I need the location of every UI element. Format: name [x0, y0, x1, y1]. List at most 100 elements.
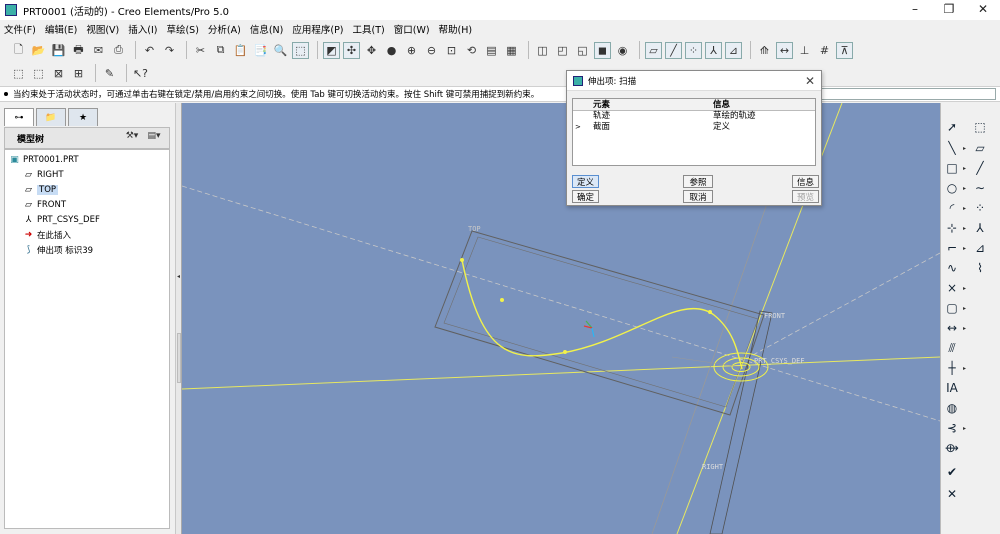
- info-button[interactable]: 信息: [792, 175, 819, 188]
- hidden-line-icon[interactable]: ◰: [554, 42, 571, 59]
- select-box-icon[interactable]: ⊠: [50, 65, 67, 82]
- circle-tool-icon[interactable]: ○: [944, 180, 960, 196]
- menu-edit[interactable]: 编辑(E): [45, 22, 77, 36]
- menu-file[interactable]: 文件(F): [4, 22, 36, 36]
- refs-button[interactable]: 参照: [683, 175, 713, 188]
- sketch-setup-icon[interactable]: ✎: [101, 65, 118, 82]
- tree-item-protrusion[interactable]: ⟆ 伸出项 标识39: [5, 242, 169, 257]
- datum-axes-icon[interactable]: ╱: [665, 41, 682, 59]
- menu-applications[interactable]: 应用程序(P): [292, 22, 343, 36]
- modify-tool-icon[interactable]: ⫻: [944, 340, 960, 356]
- dialog-close-icon[interactable]: ✕: [805, 74, 815, 88]
- paste-icon[interactable]: 📋: [232, 42, 249, 59]
- csys-tool-icon[interactable]: ⅄: [972, 220, 988, 236]
- email-icon[interactable]: ✉: [90, 42, 107, 59]
- cancel-button[interactable]: 取消: [683, 190, 713, 203]
- constraint-display-icon[interactable]: ⊥: [796, 42, 813, 59]
- line-tool-icon[interactable]: ╲: [944, 140, 960, 156]
- send-icon[interactable]: ⎙: [110, 42, 127, 59]
- zoom-out-icon[interactable]: ⊖: [423, 42, 440, 59]
- tree-item-insert-here[interactable]: ➜ 在此插入: [5, 227, 169, 242]
- trajectory-point[interactable]: [708, 310, 712, 314]
- undo-icon[interactable]: ↶: [141, 42, 158, 59]
- trajectory-point[interactable]: [563, 350, 567, 354]
- menu-insert[interactable]: 插入(I): [128, 22, 157, 36]
- find-icon[interactable]: 🔍: [272, 42, 289, 59]
- select-arrow-icon[interactable]: ➚: [944, 119, 960, 135]
- trajectory-start-point[interactable]: [460, 258, 464, 262]
- layers-icon[interactable]: ▦: [503, 42, 520, 59]
- tree-show-icon[interactable]: ▤▾: [143, 131, 165, 145]
- minimize-button[interactable]: –: [898, 0, 932, 20]
- select-all-icon[interactable]: ⬚: [10, 65, 27, 82]
- select-box-tool-icon[interactable]: ⬚: [972, 119, 988, 135]
- tree-item-csys[interactable]: ⅄ PRT_CSYS_DEF: [5, 212, 169, 227]
- sketcher-display-icon[interactable]: ⟰: [756, 42, 773, 59]
- grid-display-icon[interactable]: #: [816, 42, 833, 59]
- datum-points-icon[interactable]: ⁘: [685, 41, 702, 59]
- graphics-canvas[interactable]: TOP FRONT RIGHT PRT_CSYS_DEF: [182, 103, 940, 534]
- fillet-tool-icon[interactable]: ⊹: [944, 220, 960, 236]
- model-tree-tab[interactable]: ⊶: [4, 108, 34, 126]
- trajectory-point[interactable]: [500, 298, 504, 302]
- menu-tools[interactable]: 工具(T): [353, 22, 385, 36]
- new-file-icon[interactable]: 🗋: [10, 42, 27, 59]
- table-row[interactable]: > 截面 定义: [573, 122, 815, 133]
- tree-item-part[interactable]: ▣ PRT0001.PRT: [5, 152, 169, 167]
- datum-point-tool-icon[interactable]: ⁘: [972, 200, 988, 216]
- define-button[interactable]: 定义: [572, 175, 599, 188]
- repaint-icon[interactable]: ◩: [323, 41, 340, 59]
- open-file-icon[interactable]: 📂: [30, 42, 47, 59]
- selection-box-icon[interactable]: ⬚: [292, 41, 309, 59]
- cancel-icon[interactable]: ✕: [944, 486, 960, 502]
- message-input[interactable]: [820, 88, 996, 100]
- tree-item-top[interactable]: ▱ TOP: [5, 182, 169, 197]
- use-edge-tool-icon[interactable]: ▢: [944, 300, 960, 316]
- spin-center-icon[interactable]: ✣: [343, 41, 360, 59]
- graphics-window[interactable]: TOP FRONT RIGHT PRT_CSYS_DEF: [182, 103, 940, 534]
- tree-item-right[interactable]: ▱ RIGHT: [5, 167, 169, 182]
- rectangle-tool-icon[interactable]: □: [944, 160, 960, 176]
- annotation-display-icon[interactable]: ⊿: [725, 41, 742, 59]
- palette-tool-icon[interactable]: ◍: [944, 400, 960, 416]
- save-icon[interactable]: 💾: [50, 42, 67, 59]
- zoom-in-icon[interactable]: ⊕: [403, 42, 420, 59]
- cut-icon[interactable]: ✂: [192, 42, 209, 59]
- table-row[interactable]: 轨迹 草绘的轨迹: [573, 111, 815, 122]
- context-help-icon[interactable]: ↖?: [132, 65, 149, 82]
- curve-tool-icon[interactable]: ∼: [972, 180, 988, 196]
- sketched-trajectory[interactable]: [461, 259, 743, 370]
- analysis-tool-icon[interactable]: ⊿: [972, 240, 988, 256]
- dialog-title-bar[interactable]: 伸出项: 扫描 ✕: [567, 71, 821, 91]
- plane-tool-icon[interactable]: ▱: [972, 140, 988, 156]
- menu-sketch[interactable]: 草绘(S): [166, 22, 198, 36]
- collapse-arrow-icon[interactable]: ◂: [177, 273, 181, 295]
- menu-view[interactable]: 视图(V): [86, 22, 119, 36]
- enhanced-realism-icon[interactable]: ◉: [614, 42, 631, 59]
- saved-views-icon[interactable]: ▤: [483, 42, 500, 59]
- chamfer-tool-icon[interactable]: ⌐: [944, 240, 960, 256]
- point-tool-icon[interactable]: ×: [944, 280, 960, 296]
- tree-item-front[interactable]: ▱ FRONT: [5, 197, 169, 212]
- menu-window[interactable]: 窗口(W): [394, 22, 430, 36]
- spline-tool-icon[interactable]: ∿: [944, 260, 960, 276]
- dimension-tool-icon[interactable]: ↔: [944, 320, 960, 336]
- reorient-icon[interactable]: ⟲: [463, 42, 480, 59]
- close-button[interactable]: ✕: [966, 0, 1000, 20]
- folder-browser-tab[interactable]: 📁: [36, 108, 66, 126]
- menu-info[interactable]: 信息(N): [250, 22, 284, 36]
- datum-planes-icon[interactable]: ▱: [645, 41, 662, 59]
- orient-mode-icon[interactable]: ✥: [363, 42, 380, 59]
- print-icon[interactable]: 🖶: [70, 42, 87, 59]
- accept-icon[interactable]: ✔: [944, 464, 960, 480]
- dimension-display-icon[interactable]: ↔: [776, 41, 793, 59]
- maximize-button[interactable]: ❐: [932, 0, 966, 20]
- favorites-tab[interactable]: ★: [68, 108, 98, 126]
- top-datum-plane[interactable]: [434, 230, 765, 416]
- constraint-tool-icon[interactable]: ┼: [944, 360, 960, 376]
- select-filter-icon[interactable]: ⊞: [70, 65, 87, 82]
- menu-help[interactable]: 帮助(H): [439, 22, 473, 36]
- axis-tool-icon[interactable]: ╱: [972, 160, 988, 176]
- shading-icon[interactable]: ◼: [594, 41, 611, 59]
- tree-settings-icon[interactable]: ⚒▾: [121, 131, 143, 145]
